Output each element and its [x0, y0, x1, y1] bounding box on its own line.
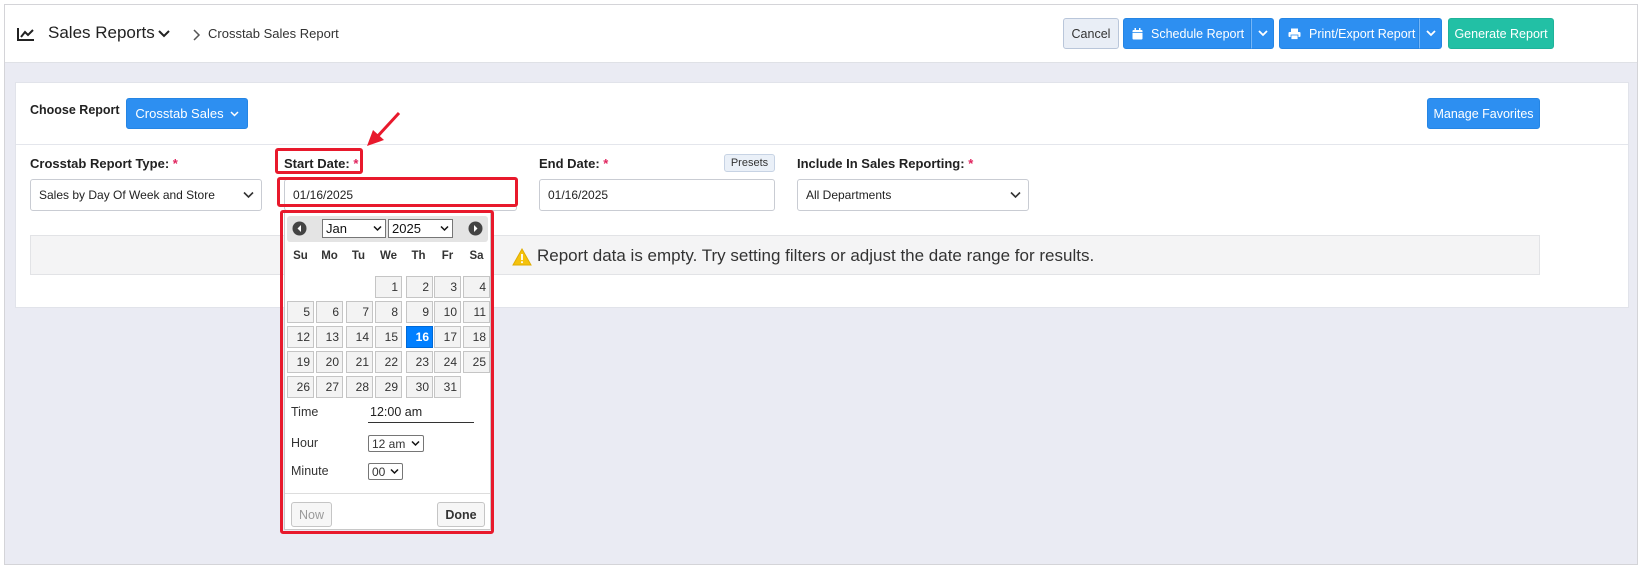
chevron-down-icon[interactable]	[157, 29, 171, 39]
presets-button[interactable]: Presets	[724, 154, 775, 172]
manage-favorites-button[interactable]: Manage Favorites	[1427, 98, 1540, 129]
chevron-down-icon	[1010, 191, 1021, 199]
chevron-down-icon	[1425, 30, 1436, 37]
print-export-split: Print/Export Report	[1279, 18, 1442, 49]
chevron-down-icon	[1257, 30, 1268, 37]
start-label-highlight	[275, 148, 363, 174]
report-card: Choose Report Crosstab Sales Manage Favo…	[15, 82, 1629, 308]
report-type-select[interactable]: Sales by Day Of Week and Store	[30, 179, 262, 211]
print-dropdown-toggle[interactable]	[1419, 18, 1442, 49]
divider	[16, 144, 1628, 145]
breadcrumb: Crosstab Sales Report	[208, 26, 339, 41]
calendar-icon	[1132, 27, 1143, 39]
include-sales-select[interactable]: All Departments	[797, 179, 1029, 211]
end-date-label: End Date: *	[539, 156, 609, 171]
chevron-down-icon	[230, 110, 239, 117]
printer-icon	[1288, 28, 1301, 40]
cancel-button[interactable]: Cancel	[1063, 18, 1119, 49]
chevron-right-icon	[193, 29, 201, 41]
empty-state-message: Report data is empty. Try setting filter…	[537, 246, 1095, 265]
schedule-report-split: Schedule Report	[1123, 18, 1274, 49]
start-input-highlight	[277, 177, 518, 207]
generate-report-button[interactable]: Generate Report	[1448, 18, 1554, 49]
schedule-dropdown-toggle[interactable]	[1251, 18, 1274, 49]
app-frame: Sales Reports Crosstab Sales Report Canc…	[4, 4, 1638, 565]
red-arrow-icon	[367, 111, 401, 146]
warning-icon	[512, 248, 532, 266]
page-title[interactable]: Sales Reports	[48, 23, 155, 43]
empty-state-box: Report data is empty. Try setting filter…	[30, 235, 1540, 275]
choose-report-label: Choose Report	[30, 103, 120, 117]
report-type-label: Crosstab Report Type: *	[30, 156, 178, 171]
datepicker-highlight	[280, 210, 494, 534]
top-header: Sales Reports Crosstab Sales Report Canc…	[5, 5, 1637, 63]
chevron-down-icon	[243, 191, 254, 199]
print-export-button[interactable]: Print/Export Report	[1279, 18, 1419, 49]
include-sales-label: Include In Sales Reporting: *	[797, 156, 974, 171]
schedule-report-button[interactable]: Schedule Report	[1123, 18, 1251, 49]
line-chart-icon	[17, 28, 34, 41]
end-date-input[interactable]: 01/16/2025	[539, 179, 775, 211]
choose-report-button[interactable]: Crosstab Sales	[126, 98, 248, 129]
